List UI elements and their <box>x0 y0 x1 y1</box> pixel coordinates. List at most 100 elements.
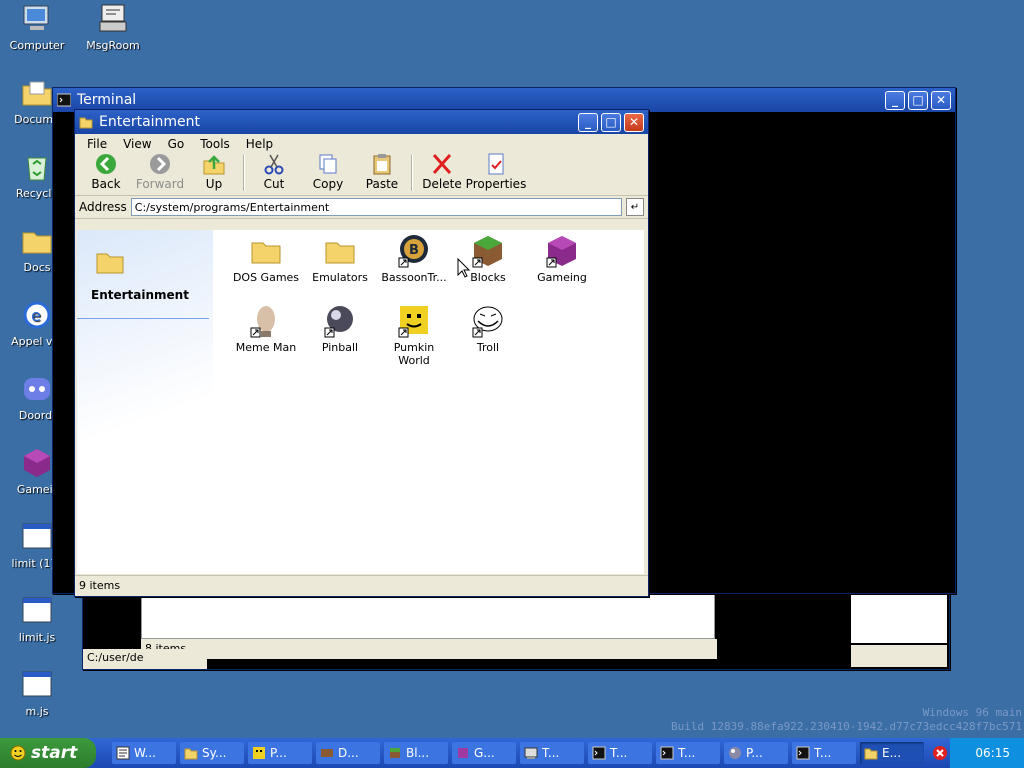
meme-man-shortcut-icon <box>250 306 275 338</box>
explorer-minimize-button[interactable]: _ <box>578 112 598 132</box>
pumkin-icon <box>253 747 265 759</box>
task-button-blocks[interactable]: Bl... <box>384 742 448 764</box>
delete-button[interactable]: Delete <box>415 153 469 191</box>
system-tray: 06:15 <box>933 738 1024 768</box>
terminal-icon <box>592 746 606 760</box>
task-button-dos[interactable]: D... <box>316 742 380 764</box>
folder-icon <box>96 253 124 274</box>
terminal-maximize-button[interactable]: □ <box>908 90 928 110</box>
pumkin-world-shortcut-icon <box>398 306 428 338</box>
recycle-bin-icon <box>27 157 47 181</box>
folder-info-title: Entertainment <box>91 288 189 302</box>
file-item-meme-man[interactable]: Meme Man <box>229 304 303 354</box>
documents-folder-icon <box>22 81 52 106</box>
window-file-icon <box>22 597 52 623</box>
desktop-icon-computer[interactable]: Computer <box>0 2 74 52</box>
address-label: Address <box>79 200 127 214</box>
properties-button[interactable]: Properties <box>466 153 526 191</box>
msgroom-icon <box>99 4 127 32</box>
background-window-status: 8 items <box>141 639 717 659</box>
explorer-title: Entertainment <box>99 114 201 130</box>
file-item-bassoon[interactable]: B BassoonTr... <box>377 234 451 284</box>
address-input[interactable] <box>130 198 622 216</box>
file-item-emulators[interactable]: Emulators <box>303 234 377 284</box>
desktop-icon-m[interactable]: m.js <box>0 668 74 718</box>
task-button-system[interactable]: Sy... <box>180 742 244 764</box>
task-button-terminal-3[interactable]: T... <box>656 742 720 764</box>
svg-text:e: e <box>31 306 41 325</box>
clipboard-icon <box>373 154 391 175</box>
pinball-shortcut-icon <box>324 306 353 338</box>
terminal-close-button[interactable]: ✕ <box>931 90 951 110</box>
computer-icon <box>23 5 49 30</box>
task-button-pumkin[interactable]: P... <box>248 742 312 764</box>
terminal-icon <box>524 747 538 759</box>
terminal-icon <box>57 93 71 107</box>
folder-icon <box>79 117 93 129</box>
go-button[interactable]: ↵ <box>626 198 644 216</box>
svg-text:B: B <box>409 243 419 258</box>
task-button-write[interactable]: W... <box>112 742 176 764</box>
cut-button[interactable]: Cut <box>247 153 301 191</box>
gameing-shortcut-icon <box>546 236 576 268</box>
build-watermark-line2: Build 12839.88efa922.230410-1942.d77c73e… <box>671 720 1022 733</box>
discord-icon <box>24 378 50 400</box>
smiley-icon <box>10 745 26 761</box>
forward-button[interactable]: Forward <box>133 153 187 191</box>
back-arrow-icon <box>96 154 116 174</box>
pinball-icon <box>729 747 741 759</box>
task-button-terminal-4[interactable]: T... <box>792 742 856 764</box>
bassoon-shortcut-icon: B <box>398 235 428 268</box>
task-button-terminal-2[interactable]: T... <box>588 742 652 764</box>
gameing-icon <box>24 449 50 477</box>
paste-button[interactable]: Paste <box>355 153 409 191</box>
task-button-explorer[interactable]: E... <box>860 742 924 764</box>
dos-icon <box>321 749 333 757</box>
toolbar-separator <box>411 155 413 191</box>
window-file-icon <box>22 671 52 697</box>
menu-file[interactable]: File <box>79 137 115 151</box>
up-button[interactable]: Up <box>187 153 241 191</box>
terminal-icon <box>796 746 810 760</box>
folder-icon <box>325 242 355 264</box>
properties-icon <box>488 153 504 175</box>
task-button-gameing[interactable]: G... <box>452 742 516 764</box>
explorer-titlebar[interactable]: Entertainment _ □ ✕ <box>75 110 648 134</box>
file-item-pinball[interactable]: Pinball <box>303 304 377 354</box>
task-button-pinball[interactable]: P... <box>724 742 788 764</box>
back-button[interactable]: Back <box>79 153 133 191</box>
gameing-icon <box>458 748 468 758</box>
copy-button[interactable]: Copy <box>301 153 355 191</box>
explorer-window[interactable]: Entertainment _ □ ✕ File View Go Tools H… <box>74 109 649 597</box>
taskbar: start W... Sy... P... D... Bl... G... T.… <box>0 738 1024 768</box>
clock[interactable]: 06:15 <box>975 746 1010 760</box>
folder-info-panel: Entertainment <box>77 230 213 574</box>
file-item-troll[interactable]: Troll <box>451 304 525 354</box>
start-button[interactable]: start <box>0 738 96 768</box>
explorer-toolbar: Back Forward Up Cut Copy Paste Delete Pr… <box>75 153 648 196</box>
desktop-icon-limit[interactable]: limit.js <box>0 594 74 644</box>
menu-help[interactable]: Help <box>238 137 281 151</box>
menu-view[interactable]: View <box>115 137 159 151</box>
terminal-icon <box>660 746 674 760</box>
delete-x-icon <box>432 154 452 174</box>
menu-tools[interactable]: Tools <box>192 137 238 151</box>
up-folder-icon <box>203 155 225 175</box>
menu-go[interactable]: Go <box>160 137 193 151</box>
desktop-icon-msgroom[interactable]: MsgRoom <box>76 2 150 52</box>
blocks-shortcut-icon <box>472 236 502 268</box>
task-button-terminal-1[interactable]: T... <box>520 742 584 764</box>
write-icon <box>116 746 130 760</box>
terminal-minimize-button[interactable]: _ <box>885 90 905 110</box>
file-view[interactable]: Entertainment DOS Games Emulators B Bass… <box>77 230 644 574</box>
explorer-menubar: File View Go Tools Help <box>75 134 648 154</box>
explorer-maximize-button[interactable]: □ <box>601 112 621 132</box>
terminal-title: Terminal <box>77 92 137 108</box>
file-item-gameing[interactable]: Gameing <box>525 234 599 284</box>
error-icon[interactable] <box>932 745 948 761</box>
file-item-dos-games[interactable]: DOS Games <box>229 234 303 284</box>
mouse-cursor-icon <box>457 258 471 278</box>
explorer-close-button[interactable]: ✕ <box>624 112 644 132</box>
background-window[interactable]: 8 items C:/user/de <box>82 592 950 670</box>
file-item-pumkin-world[interactable]: Pumkin World <box>377 304 451 367</box>
